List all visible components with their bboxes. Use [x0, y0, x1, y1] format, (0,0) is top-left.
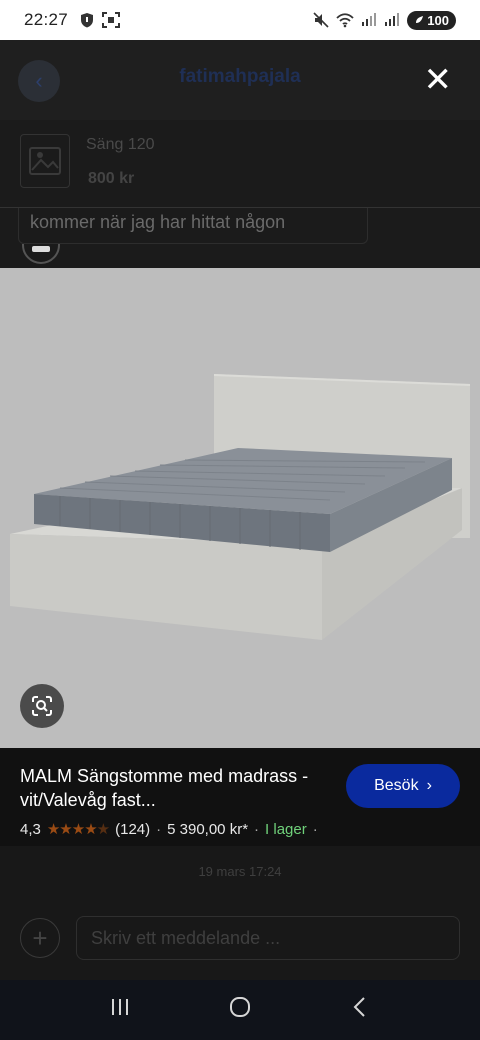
listing-title: Säng 120 [86, 136, 155, 153]
screen: 22:27 100 ‹ fatimahpajala ✕ Säng 120 800… [0, 0, 480, 1040]
product-card[interactable]: MALM Sängstomme med madrass - vit/Valevå… [0, 748, 480, 846]
separator-dot: · [312, 820, 318, 838]
listing-price: 800 kr [88, 170, 135, 187]
signal-icon [362, 13, 377, 26]
signal-icon-2 [385, 13, 400, 26]
chat-title: fatimahpajala [179, 66, 301, 87]
product-image [0, 268, 480, 748]
status-right-icons: 100 [313, 10, 456, 30]
mute-icon [313, 12, 329, 28]
visit-label: Besök [374, 777, 419, 794]
chevron-right-icon: › [426, 777, 432, 794]
message-bubble: kommer när jag har hittat någon [0, 208, 480, 244]
listing-thumbnail [20, 134, 70, 188]
battery-level: 100 [427, 12, 449, 28]
message-input[interactable]: Skriv ett meddelande ... [76, 916, 460, 960]
chat-header: ‹ fatimahpajala ✕ [0, 40, 480, 120]
message-input-placeholder: Skriv ett meddelande ... [91, 927, 281, 948]
status-bar: 22:27 100 [0, 0, 480, 40]
battery-indicator: 100 [407, 10, 456, 30]
bed-illustration [10, 374, 470, 640]
listing-summary[interactable]: Säng 120 800 kr [0, 120, 480, 208]
lens-search-icon [32, 696, 52, 716]
separator-dot: · [156, 820, 162, 838]
nav-recents-icon[interactable] [100, 997, 140, 1023]
lens-top-strip [0, 244, 480, 268]
product-name: MALM Sängstomme med madrass - vit/Valevå… [20, 766, 309, 810]
nav-home-icon[interactable] [220, 995, 260, 1025]
product-meta: 4,3 ★★★★★ (124) · 5 390,00 kr* · I lager… [20, 820, 318, 839]
status-left-icons [80, 12, 121, 28]
close-icon[interactable]: ✕ [424, 60, 453, 100]
attach-button[interactable]: + [20, 918, 60, 958]
wifi-icon [336, 13, 354, 28]
image-placeholder-icon [29, 147, 61, 175]
system-nav-bar [0, 980, 480, 1040]
rating-text: 4,3 [20, 820, 41, 838]
separator-dot: · [254, 820, 260, 838]
product-price: 5 390,00 kr* [167, 820, 249, 838]
rating-stars: ★★★★★ [46, 821, 110, 838]
screenshot-icon [102, 12, 121, 28]
message-timestamp: 19 mars 17:24 [198, 864, 282, 879]
chat-footer: 19 mars 17:24 + Skriv ett meddelande ... [0, 846, 480, 980]
visit-button[interactable]: Besök › [346, 764, 460, 808]
status-time: 22:27 [24, 10, 69, 29]
battery-saver-icon [416, 16, 424, 23]
stock-status: I lager [265, 820, 307, 838]
lens-search-button[interactable] [20, 684, 64, 728]
shield-icon [81, 13, 94, 28]
avatar [22, 244, 60, 264]
plus-icon: + [32, 922, 48, 953]
message-text: kommer när jag har hittat någon [30, 212, 286, 232]
review-count: (124) [115, 820, 151, 838]
nav-back-icon[interactable] [340, 996, 380, 1024]
